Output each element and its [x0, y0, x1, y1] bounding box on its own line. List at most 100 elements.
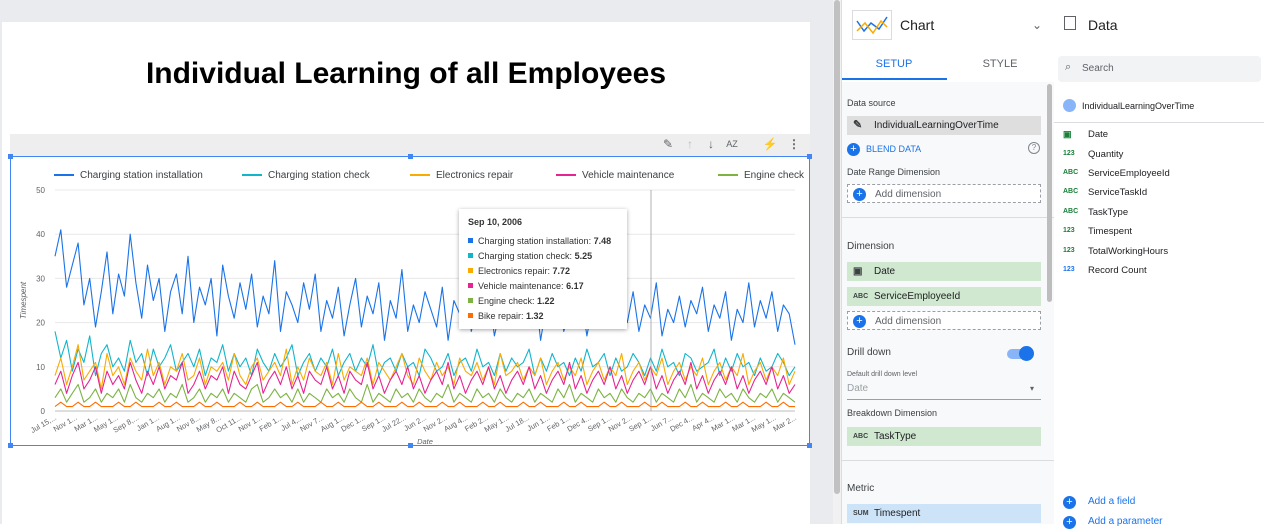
tooltip-label: Engine check: [478, 296, 538, 306]
legend-swatch [468, 313, 473, 318]
tooltip-label: Vehicle maintenance: [478, 281, 567, 291]
chart-toolbar: ✎ ↑ ↓ AZ ⚡ ⋮ [10, 134, 810, 156]
data-panel-title: Data [1088, 17, 1118, 33]
metric-name: Timespent [874, 508, 921, 519]
x-tick-label: Mar 2... [771, 413, 798, 434]
data-panel: Data ⌕ Search IndividualLearningOverTime… [1054, 0, 1264, 529]
chart-type-selector[interactable]: Chart ⌄ [842, 0, 1054, 50]
y-tick-label: 30 [36, 274, 45, 283]
drill-default-select[interactable]: Date [847, 383, 868, 394]
blend-data-label: BLEND DATA [866, 144, 922, 154]
tooltip-value: 7.48 [593, 236, 612, 246]
report-title[interactable]: Individual Learning of all Employees [2, 57, 810, 91]
data-source-name[interactable]: IndividualLearningOverTime [1082, 101, 1194, 111]
field-item[interactable]: TaskType [1088, 207, 1128, 218]
field-item[interactable]: ServiceEmployeeId [1088, 168, 1170, 179]
breakdown-name: TaskType [874, 431, 917, 442]
line-chart-icon[interactable] [852, 10, 892, 40]
tooltip-row: Charging station check: 5.25 [468, 251, 592, 261]
add-parameter-link[interactable]: Add a parameter [1088, 516, 1163, 527]
metric-label: Metric [847, 483, 875, 494]
legend-item: Engine check [744, 170, 805, 181]
field-item[interactable]: TotalWorkingHours [1088, 246, 1168, 257]
tooltip-value: 1.32 [526, 311, 544, 321]
series-line [54, 331, 796, 377]
pencil-icon[interactable]: ✎ [660, 137, 676, 151]
dimension-chip-date[interactable]: ▣ Date [847, 262, 1041, 281]
panel-scrollbar[interactable] [1047, 84, 1052, 302]
x-tick-label: Sep 1... [627, 413, 654, 434]
drill-down-label: Drill down [847, 347, 891, 358]
chevron-down-icon[interactable]: ⌄ [1032, 18, 1042, 32]
text-type-icon: ABC [1063, 208, 1079, 215]
canvas-scrollbar-thumb[interactable] [834, 0, 840, 494]
field-item[interactable]: ServiceTaskId [1088, 187, 1147, 198]
tab-style[interactable]: STYLE [948, 58, 1052, 70]
more-vert-icon[interactable]: ⋮ [786, 137, 802, 151]
line-chart[interactable]: 01020304050TimespentJul 15,...Nov 1...Ma… [10, 156, 810, 446]
arrow-up-icon[interactable]: ↑ [682, 137, 698, 151]
tooltip-row: Bike repair: 1.32 [468, 311, 544, 321]
chart-type-label[interactable]: Chart [900, 17, 934, 33]
legend-item: Vehicle maintenance [582, 170, 675, 181]
tooltip-value: 7.72 [552, 266, 571, 276]
tooltip-value: 6.17 [566, 281, 584, 291]
plus-icon[interactable]: + [1063, 516, 1076, 529]
y-tick-label: 0 [41, 407, 46, 416]
add-field-link[interactable]: Add a field [1088, 496, 1135, 507]
breakdown-label: Breakdown Dimension [847, 408, 938, 418]
tooltip-label: Electronics repair: [478, 266, 553, 276]
field-item[interactable]: Date [1088, 129, 1108, 140]
text-type-icon: ABC [1063, 169, 1079, 176]
tooltip-label: Bike repair: [478, 311, 527, 321]
add-dimension-button[interactable]: + Add dimension [847, 311, 1041, 330]
text-type-icon: ABC [853, 433, 869, 440]
dimension-chip-employee[interactable]: ABC ServiceEmployeeId [847, 287, 1041, 306]
help-icon[interactable]: ? [1028, 142, 1040, 154]
blend-data-button[interactable]: + BLEND DATA [847, 143, 921, 156]
series-line [54, 401, 795, 408]
field-item[interactable]: Record Count [1088, 265, 1147, 276]
sort-az-icon[interactable]: AZ [724, 139, 740, 149]
number-type-icon: 123 [1063, 247, 1075, 254]
x-tick-label: Jul 22... [380, 413, 407, 434]
plus-icon[interactable]: + [1063, 496, 1076, 509]
chart-tooltip: Sep 10, 2006 Charging station installati… [459, 209, 627, 329]
data-source-chip[interactable]: ✎ IndividualLearningOverTime [847, 116, 1041, 135]
series-line [54, 229, 796, 345]
tooltip-row: Engine check: 1.22 [468, 296, 555, 306]
tab-setup[interactable]: SETUP [842, 58, 946, 70]
properties-panel: Chart ⌄ SETUP STYLE Data source ✎ Individ… [841, 0, 1055, 524]
date-range-label: Date Range Dimension [847, 167, 941, 177]
tooltip-value: 1.22 [537, 296, 555, 306]
add-dimension-button[interactable]: + Add dimension [847, 184, 1041, 203]
drill-down-toggle-knob[interactable] [1019, 346, 1034, 361]
legend-item: Electronics repair [436, 170, 514, 181]
arrow-down-icon[interactable]: ↓ [703, 137, 719, 151]
aggregation-badge[interactable]: SUM [853, 504, 869, 523]
divider [842, 217, 1054, 218]
y-tick-label: 10 [36, 363, 45, 372]
field-item[interactable]: Quantity [1088, 149, 1123, 160]
text-type-icon: ABC [853, 293, 869, 300]
table-icon [1064, 16, 1076, 30]
metric-chip[interactable]: SUM Timespent [847, 504, 1041, 523]
dropdown-arrow-icon[interactable]: ▾ [1030, 384, 1034, 393]
y-tick-label: 20 [36, 319, 45, 328]
field-search-input[interactable]: ⌕ Search [1058, 56, 1261, 82]
drill-default-label: Default drill down level [847, 371, 918, 378]
number-type-icon: 123 [1063, 266, 1075, 273]
plus-icon: + [847, 143, 860, 156]
y-axis-label: Timespent [19, 281, 28, 319]
tooltip-row: Vehicle maintenance: 6.17 [468, 281, 584, 291]
breakdown-chip[interactable]: ABC TaskType [847, 427, 1041, 446]
legend-swatch [468, 283, 473, 288]
text-type-icon: ABC [1063, 188, 1079, 195]
bolt-icon[interactable]: ⚡ [762, 137, 778, 151]
search-icon: ⌕ [1065, 61, 1072, 73]
field-item[interactable]: Timespent [1088, 226, 1132, 237]
calendar-icon: ▣ [853, 266, 863, 277]
setup-body: Data source ✎ IndividualLearningOverTime … [842, 82, 1054, 524]
pencil-icon[interactable]: ✎ [853, 116, 862, 135]
data-source-name: IndividualLearningOverTime [874, 120, 999, 131]
